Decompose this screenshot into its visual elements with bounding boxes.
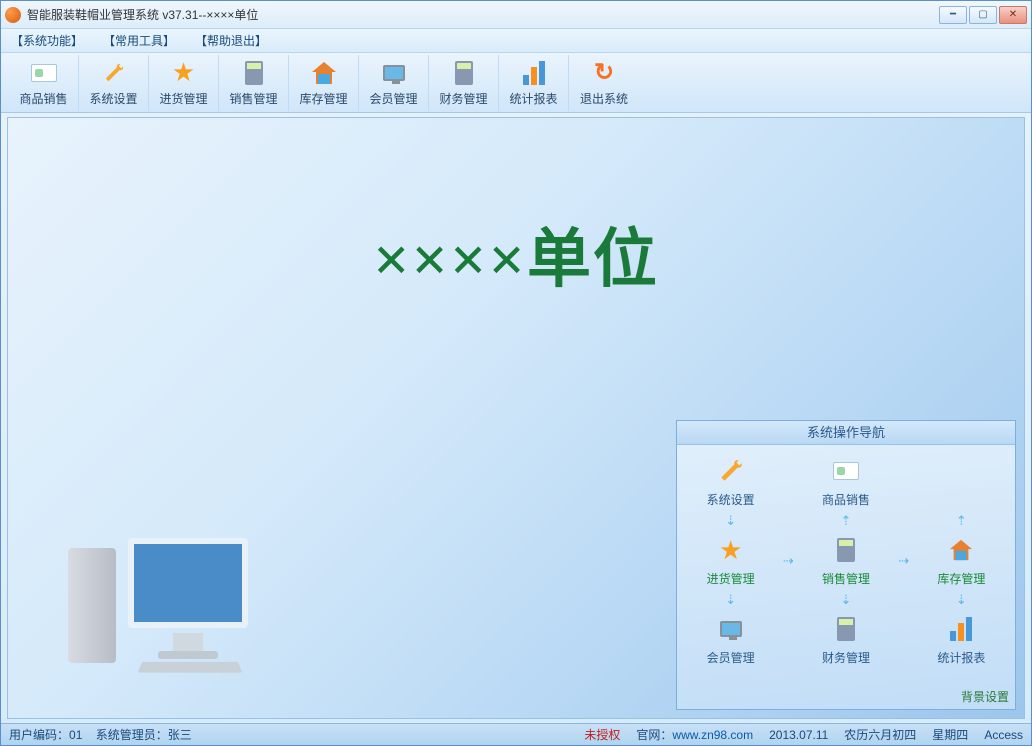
calculator-icon xyxy=(830,613,862,645)
window-title: 智能服装鞋帽业管理系统 v37.31--××××单位 xyxy=(27,6,939,23)
site-link[interactable]: www.zn98.com xyxy=(672,728,753,742)
arrow-down-icon: ⇣ xyxy=(725,513,736,529)
tool-finance[interactable]: 财务管理 xyxy=(429,55,499,111)
star-icon: ★ xyxy=(715,534,747,566)
chart-icon xyxy=(520,59,548,87)
house-icon xyxy=(310,59,338,87)
tool-report[interactable]: 统计报表 xyxy=(499,55,569,111)
window-controls: ━ ▢ ✕ xyxy=(939,6,1027,24)
menu-system[interactable]: 【系统功能】 xyxy=(11,32,83,49)
status-unauth: 未授权 xyxy=(584,726,620,743)
calculator-icon xyxy=(830,534,862,566)
nav-grid: 系统设置 商品销售 ⇣ ⇡ ⇡ ★ 进货管理 ⇢ xyxy=(677,445,1015,676)
status-lunar: 农历六月初四 xyxy=(844,726,916,743)
close-button[interactable]: ✕ xyxy=(999,6,1027,24)
nav-header: 系统操作导航 xyxy=(677,421,1015,445)
nav-inventory[interactable]: 库存管理 xyxy=(916,534,1006,587)
arrow-right-icon: ⇢ xyxy=(898,553,909,569)
maximize-button[interactable]: ▢ xyxy=(969,6,997,24)
titlebar: 智能服装鞋帽业管理系统 v37.31--××××单位 ━ ▢ ✕ xyxy=(1,1,1031,29)
nav-report[interactable]: 统计报表 xyxy=(916,613,1006,666)
monitor-icon xyxy=(715,613,747,645)
arrow-down-icon: ⇣ xyxy=(841,592,852,608)
nav-sales-mgmt[interactable]: 销售管理 xyxy=(801,534,891,587)
status-date: 2013.07.11 xyxy=(769,728,828,742)
tool-sales[interactable]: 商品销售 xyxy=(9,55,79,111)
card-icon xyxy=(30,59,58,87)
app-window: 智能服装鞋帽业管理系统 v37.31--××××单位 ━ ▢ ✕ 【系统功能】 … xyxy=(0,0,1032,746)
tool-sales-mgmt[interactable]: 销售管理 xyxy=(219,55,289,111)
menu-help[interactable]: 【帮助退出】 xyxy=(195,32,267,49)
tool-member[interactable]: 会员管理 xyxy=(359,55,429,111)
status-user: 用户编码：01 系统管理员：张三 xyxy=(9,726,192,743)
arrow-down-icon: ⇣ xyxy=(725,592,736,608)
bg-setting-link[interactable]: 背景设置 xyxy=(961,688,1009,705)
tool-settings[interactable]: 系统设置 xyxy=(79,55,149,111)
wrench-icon xyxy=(100,59,128,87)
star-icon: ★ xyxy=(170,59,198,87)
arrow-up-icon: ⇡ xyxy=(841,513,852,529)
tool-inventory[interactable]: 库存管理 xyxy=(289,55,359,111)
chart-icon xyxy=(945,613,977,645)
calculator-icon xyxy=(450,59,478,87)
minimize-button[interactable]: ━ xyxy=(939,6,967,24)
calculator-icon xyxy=(240,59,268,87)
arrow-down-icon: ⇣ xyxy=(956,592,967,608)
status-db: Access xyxy=(984,728,1023,742)
app-icon xyxy=(5,7,21,23)
exit-icon: ↻ xyxy=(590,59,618,87)
arrow-up-icon: ⇡ xyxy=(956,513,967,529)
menubar: 【系统功能】 【常用工具】 【帮助退出】 xyxy=(1,29,1031,53)
monitor-icon xyxy=(380,59,408,87)
tool-exit[interactable]: ↻ 退出系统 xyxy=(569,55,639,111)
tool-purchase[interactable]: ★ 进货管理 xyxy=(149,55,219,111)
menu-tools[interactable]: 【常用工具】 xyxy=(103,32,175,49)
statusbar: 用户编码：01 系统管理员：张三 未授权 官网：www.zn98.com 201… xyxy=(1,723,1031,745)
status-weekday: 星期四 xyxy=(932,726,968,743)
nav-panel: 系统操作导航 系统设置 商品销售 ⇣ ⇡ ⇡ ★ xyxy=(676,420,1016,710)
arrow-right-icon: ⇢ xyxy=(783,553,794,569)
nav-member[interactable]: 会员管理 xyxy=(686,613,776,666)
nav-sales[interactable]: 商品销售 xyxy=(801,455,891,508)
card-icon xyxy=(830,455,862,487)
nav-purchase[interactable]: ★ 进货管理 xyxy=(686,534,776,587)
computer-image xyxy=(68,518,268,678)
nav-finance[interactable]: 财务管理 xyxy=(801,613,891,666)
house-icon xyxy=(945,534,977,566)
org-title: ××××单位 xyxy=(373,208,659,300)
status-site: 官网：www.zn98.com xyxy=(636,726,753,743)
content-area: ××××单位 系统操作导航 系统设置 商品销售 xyxy=(7,117,1025,719)
nav-settings[interactable]: 系统设置 xyxy=(686,455,776,508)
toolbar: 商品销售 系统设置 ★ 进货管理 销售管理 库存管理 会员管理 xyxy=(1,53,1031,113)
wrench-icon xyxy=(715,455,747,487)
